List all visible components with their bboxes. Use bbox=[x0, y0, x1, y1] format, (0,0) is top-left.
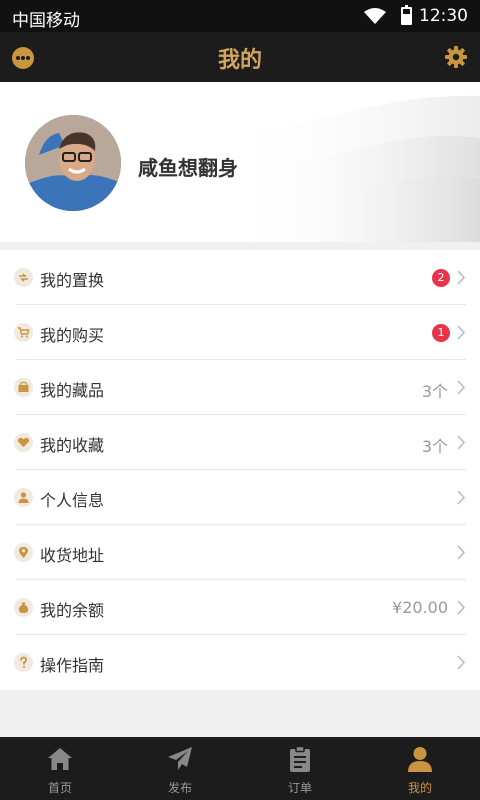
tab-label: 发布 bbox=[167, 781, 192, 795]
menu-item-label: 我的藏品 bbox=[40, 381, 105, 400]
settings-gear-icon[interactable] bbox=[444, 45, 468, 69]
cart-icon bbox=[14, 323, 33, 342]
chevron-right-icon bbox=[457, 600, 466, 615]
page-title: 我的 bbox=[217, 48, 262, 73]
mountain-background bbox=[220, 95, 480, 242]
menu-item-label: 我的余额 bbox=[40, 601, 105, 620]
clock: 12:30 bbox=[419, 6, 468, 26]
menu-item-label: 个人信息 bbox=[40, 491, 105, 510]
profile-card[interactable]: 咸鱼想翻身 bbox=[0, 82, 480, 242]
person-icon bbox=[14, 488, 33, 507]
menu-item-shipping-address[interactable]: 收货地址 bbox=[0, 525, 480, 580]
location-icon bbox=[14, 543, 33, 562]
notification-badge: 1 bbox=[432, 324, 450, 342]
menu-item-personal-info[interactable]: 个人信息 bbox=[0, 470, 480, 525]
question-icon bbox=[14, 653, 33, 672]
paper-plane-icon bbox=[168, 747, 192, 770]
menu-item-count: 3个 bbox=[421, 382, 448, 401]
menu-item-label: 操作指南 bbox=[40, 656, 105, 675]
clipboard-icon bbox=[290, 745, 310, 772]
tab-label: 首页 bbox=[47, 781, 72, 795]
top-nav-bar: 我的 bbox=[0, 32, 480, 82]
chevron-right-icon bbox=[457, 545, 466, 560]
menu-item-count: 3个 bbox=[421, 437, 448, 456]
swap-icon bbox=[14, 268, 33, 287]
user-icon bbox=[408, 747, 432, 772]
menu-item-my-swaps[interactable]: 我的置换 2 bbox=[0, 250, 480, 305]
battery-icon bbox=[401, 5, 412, 25]
menu-item-my-collection[interactable]: 我的藏品 3个 bbox=[0, 360, 480, 415]
bottom-tab-bar: 首页 发布 订单 我的 bbox=[0, 737, 480, 800]
wifi-icon bbox=[364, 8, 386, 24]
tab-home[interactable]: 首页 bbox=[0, 737, 120, 800]
menu-item-label: 我的置换 bbox=[40, 271, 105, 290]
username: 咸鱼想翻身 bbox=[138, 156, 238, 180]
tab-label: 我的 bbox=[407, 781, 432, 795]
chevron-right-icon bbox=[457, 655, 466, 670]
chevron-right-icon bbox=[457, 270, 466, 285]
chevron-right-icon bbox=[457, 325, 466, 340]
chevron-right-icon bbox=[457, 490, 466, 505]
menu-item-label: 我的收藏 bbox=[40, 436, 105, 455]
tab-orders[interactable]: 订单 bbox=[240, 737, 360, 800]
tab-label: 订单 bbox=[287, 781, 312, 795]
heart-icon bbox=[14, 433, 33, 452]
avatar-photo bbox=[25, 115, 121, 211]
carrier-name: 中国移动 bbox=[12, 11, 80, 31]
account-menu-list: 我的置换 2 我的购买 1 我的藏品 3个 我的收藏 3个 个人信息 收货地址 bbox=[0, 250, 480, 690]
tab-publish[interactable]: 发布 bbox=[120, 737, 240, 800]
chevron-right-icon bbox=[457, 380, 466, 395]
menu-item-label: 收货地址 bbox=[40, 546, 105, 565]
menu-item-label: 我的购买 bbox=[40, 326, 105, 345]
money-bag-icon bbox=[14, 598, 33, 617]
menu-item-my-balance[interactable]: 我的余额 ¥20.00 bbox=[0, 580, 480, 635]
home-icon bbox=[48, 748, 72, 770]
notification-badge: 2 bbox=[432, 269, 450, 287]
avatar[interactable] bbox=[25, 115, 121, 211]
status-bar: 中国移动 12:30 bbox=[0, 0, 480, 32]
box-icon bbox=[14, 378, 33, 397]
menu-item-user-guide[interactable]: 操作指南 bbox=[0, 635, 480, 690]
balance-amount: ¥20.00 bbox=[392, 598, 448, 617]
menu-item-my-purchases[interactable]: 我的购买 1 bbox=[0, 305, 480, 360]
chevron-right-icon bbox=[457, 435, 466, 450]
menu-item-my-favorites[interactable]: 我的收藏 3个 bbox=[0, 415, 480, 470]
tab-mine[interactable]: 我的 bbox=[360, 737, 480, 800]
